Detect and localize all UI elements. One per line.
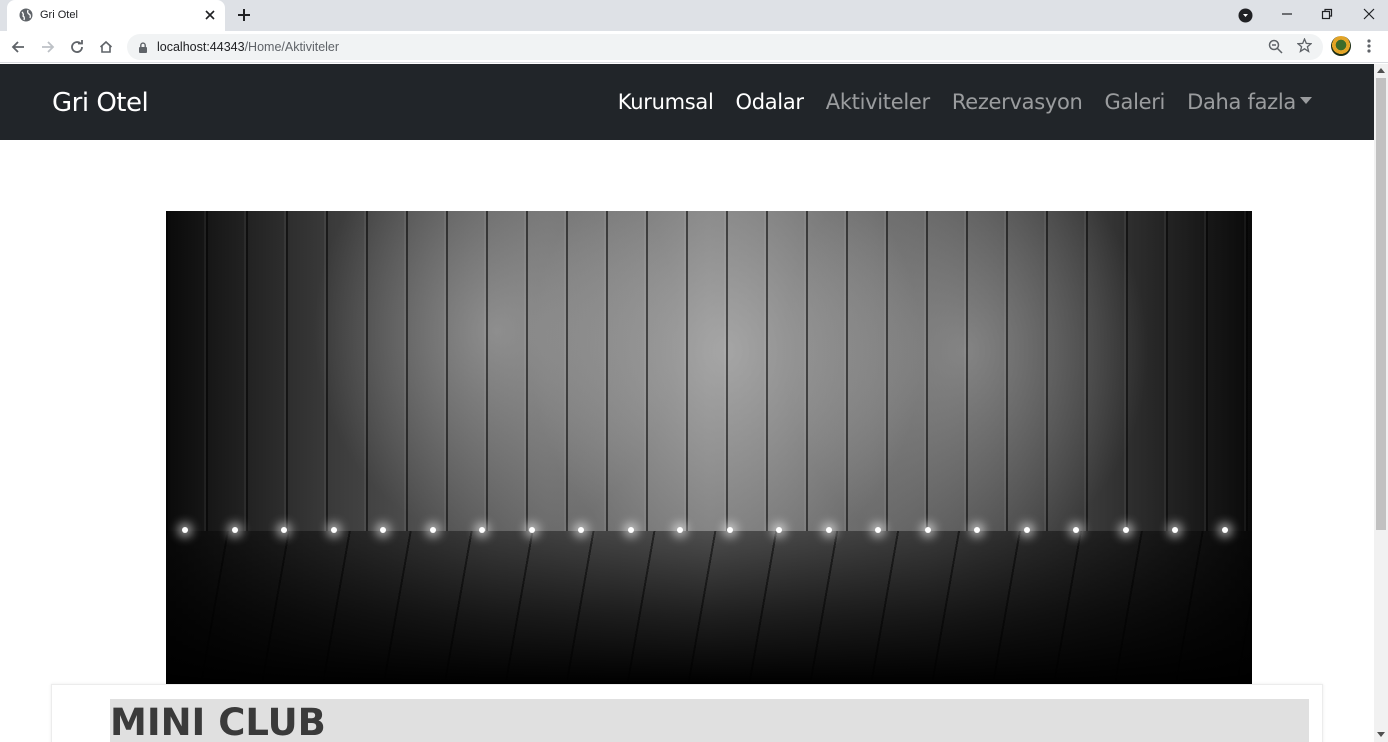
- browser-tabstrip: Gri Otel: [0, 0, 1388, 31]
- nav-link-galeri[interactable]: Galeri: [1105, 90, 1166, 114]
- floor-spotlight: [924, 527, 931, 533]
- scroll-down-arrow-icon[interactable]: [1377, 732, 1385, 737]
- close-tab-icon[interactable]: [203, 8, 217, 22]
- browser-tab[interactable]: Gri Otel: [7, 0, 225, 31]
- forward-icon[interactable]: [40, 39, 56, 55]
- activity-title-bar: MINI CLUB: [110, 699, 1309, 742]
- stage-spotlights-image: [166, 211, 1252, 684]
- nav-link-odalar[interactable]: Odalar: [735, 90, 804, 114]
- floor-spotlight: [528, 527, 535, 533]
- zoom-icon[interactable]: [1268, 39, 1283, 54]
- home-icon[interactable]: [98, 39, 114, 55]
- minimize-icon[interactable]: [1279, 6, 1295, 22]
- site-nav-menu: Kurumsal Odalar Aktiviteler Rezervasyon …: [618, 90, 1312, 114]
- floor-spotlight: [578, 527, 584, 533]
- floor-spotlight: [875, 527, 881, 533]
- site-brand-link[interactable]: Gri Otel: [52, 88, 149, 118]
- activity-title: MINI CLUB: [110, 701, 326, 742]
- reload-icon[interactable]: [69, 39, 85, 55]
- page-viewport: Gri Otel Kurumsal Odalar Aktiviteler Rez…: [0, 64, 1374, 742]
- caret-down-icon: [1300, 97, 1312, 104]
- lock-icon[interactable]: [138, 42, 148, 53]
- floor-spotlight: [479, 527, 485, 533]
- nav-link-aktiviteler[interactable]: Aktiviteler: [826, 90, 930, 114]
- floor-spotlight: [776, 527, 782, 533]
- nav-dropdown-daha-fazla[interactable]: Daha fazla: [1187, 90, 1312, 114]
- floor-spotlight: [825, 527, 832, 533]
- nav-dropdown-label: Daha fazla: [1187, 90, 1296, 114]
- floor-spotlight: [1172, 527, 1178, 533]
- profile-avatar[interactable]: [1331, 36, 1351, 56]
- floor-spotlight: [677, 527, 683, 533]
- new-tab-icon[interactable]: [236, 7, 252, 23]
- floor-spotlight: [182, 527, 188, 533]
- floor-spotlight: [1122, 527, 1129, 533]
- floor-lights: [166, 527, 1252, 535]
- tab-title: Gri Otel: [40, 9, 78, 21]
- floor-spotlight: [1023, 527, 1030, 533]
- scrollbar-thumb[interactable]: [1376, 78, 1386, 530]
- nav-link-rezervasyon[interactable]: Rezervasyon: [952, 90, 1083, 114]
- media-record-icon[interactable]: [1238, 8, 1253, 23]
- floor-spotlight: [231, 527, 238, 533]
- site-navbar: Gri Otel Kurumsal Odalar Aktiviteler Rez…: [0, 64, 1374, 140]
- browser-toolbar: localhost:44343/Home/Aktiviteler: [0, 31, 1388, 63]
- floor-spotlight: [974, 527, 980, 533]
- floor-spotlight: [726, 527, 733, 533]
- more-menu-icon[interactable]: [1362, 38, 1376, 54]
- floor-spotlight: [429, 527, 436, 533]
- url-text: localhost:44343/Home/Aktiviteler: [157, 40, 339, 54]
- page-scrollbar[interactable]: [1374, 64, 1388, 742]
- activity-card: MINI CLUB: [51, 684, 1323, 742]
- floor-spotlight: [1221, 527, 1228, 533]
- floor-spotlight: [627, 527, 634, 533]
- url-path: /Home/Aktiviteler: [244, 40, 340, 54]
- floor-spotlight: [330, 527, 337, 533]
- floor-spotlight: [281, 527, 287, 533]
- globe-icon: [19, 8, 33, 22]
- nav-link-kurumsal[interactable]: Kurumsal: [618, 90, 714, 114]
- restore-icon[interactable]: [1319, 6, 1335, 22]
- scroll-up-arrow-icon[interactable]: [1377, 68, 1385, 73]
- stage-wall: [166, 211, 1252, 531]
- back-icon[interactable]: [10, 39, 26, 55]
- floor-spotlight: [1073, 527, 1079, 533]
- bookmark-star-icon[interactable]: [1297, 38, 1312, 53]
- close-window-icon[interactable]: [1361, 6, 1377, 22]
- address-bar[interactable]: localhost:44343/Home/Aktiviteler: [127, 34, 1323, 60]
- floor-spotlight: [380, 527, 386, 533]
- url-host: localhost:44343: [157, 40, 245, 54]
- stage-floor: [166, 531, 1252, 684]
